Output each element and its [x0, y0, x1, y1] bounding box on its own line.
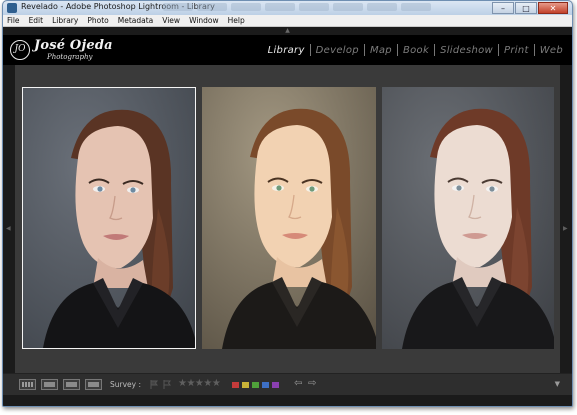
maximize-button[interactable]: □	[515, 2, 537, 14]
previous-photo-button[interactable]: ⇦	[294, 378, 302, 389]
module-web[interactable]: Web	[535, 45, 568, 56]
module-develop[interactable]: Develop	[311, 45, 364, 56]
menu-photo[interactable]: Photo	[87, 16, 108, 25]
module-book[interactable]: Book	[398, 45, 434, 56]
view-mode-label: Survey :	[110, 380, 141, 389]
title-bar: Revelado - Adobe Photoshop Lightroom - L…	[3, 1, 572, 15]
menu-edit[interactable]: Edit	[29, 16, 44, 25]
portrait-desaturated-image	[382, 87, 554, 349]
module-picker: Library Develop Map Book Slideshow Print…	[263, 44, 568, 56]
grid-icon	[22, 382, 33, 387]
color-label-purple[interactable]	[272, 382, 279, 388]
logo-mark: JO	[10, 40, 30, 60]
menu-view[interactable]: View	[162, 16, 180, 25]
window-controls: – □ ✕	[492, 2, 568, 14]
right-panel-toggle[interactable]: ▶	[560, 65, 572, 373]
menu-window[interactable]: Window	[189, 16, 219, 25]
left-arrow-icon: ◀	[6, 225, 11, 232]
portrait-original-image	[23, 88, 195, 348]
menu-file[interactable]: File	[7, 16, 20, 25]
survey-view	[15, 65, 560, 373]
compare-icon	[66, 382, 77, 387]
menu-bar: File Edit Library Photo Metadata View Wi…	[3, 15, 572, 27]
left-panel-toggle[interactable]: ◀	[3, 65, 15, 373]
color-labels	[232, 382, 279, 388]
logo-subtitle: Photography	[47, 53, 93, 61]
survey-view-button[interactable]	[85, 379, 102, 390]
reject-flag-icon[interactable]	[163, 380, 171, 389]
compare-view-button[interactable]	[63, 379, 80, 390]
color-label-blue[interactable]	[262, 382, 269, 388]
menu-help[interactable]: Help	[228, 16, 245, 25]
right-arrow-icon: ▶	[563, 225, 568, 232]
close-button[interactable]: ✕	[538, 2, 568, 14]
pick-flag-icon[interactable]	[150, 380, 158, 389]
grid-view-button[interactable]	[19, 379, 36, 390]
module-print[interactable]: Print	[499, 45, 534, 56]
menu-metadata[interactable]: Metadata	[118, 16, 154, 25]
filmstrip-collapsed[interactable]	[3, 395, 572, 406]
color-label-yellow[interactable]	[242, 382, 249, 388]
identity-plate: JO José Ojeda Photography Library Develo…	[3, 35, 572, 65]
logo-name: José Ojeda	[34, 38, 113, 53]
photo-desaturated[interactable]	[382, 87, 554, 349]
star-rating[interactable]: ★★★★★	[178, 378, 221, 389]
color-label-green[interactable]	[252, 382, 259, 388]
lightroom-window: Revelado - Adobe Photoshop Lightroom - L…	[2, 0, 573, 407]
module-map[interactable]: Map	[365, 45, 397, 56]
module-library[interactable]: Library	[263, 45, 310, 56]
loupe-icon	[44, 382, 55, 387]
menu-library[interactable]: Library	[52, 16, 78, 25]
top-panel-toggle[interactable]: ▲	[3, 27, 572, 35]
toolbar-menu-button[interactable]: ▼	[555, 380, 560, 388]
photo-warm[interactable]	[202, 87, 376, 349]
color-label-red[interactable]	[232, 382, 239, 388]
lightroom-app-icon	[7, 3, 17, 13]
next-photo-button[interactable]: ⇨	[308, 378, 316, 389]
library-toolbar: Survey : ★★★★★ ⇦ ⇨ ▼	[3, 373, 572, 395]
taskbar-reflection	[163, 3, 503, 13]
survey-icon	[88, 382, 99, 387]
module-slideshow[interactable]: Slideshow	[435, 45, 498, 56]
loupe-view-button[interactable]	[41, 379, 58, 390]
minimize-button[interactable]: –	[492, 2, 514, 14]
photo-original[interactable]	[22, 87, 196, 349]
portrait-warm-image	[202, 87, 376, 349]
